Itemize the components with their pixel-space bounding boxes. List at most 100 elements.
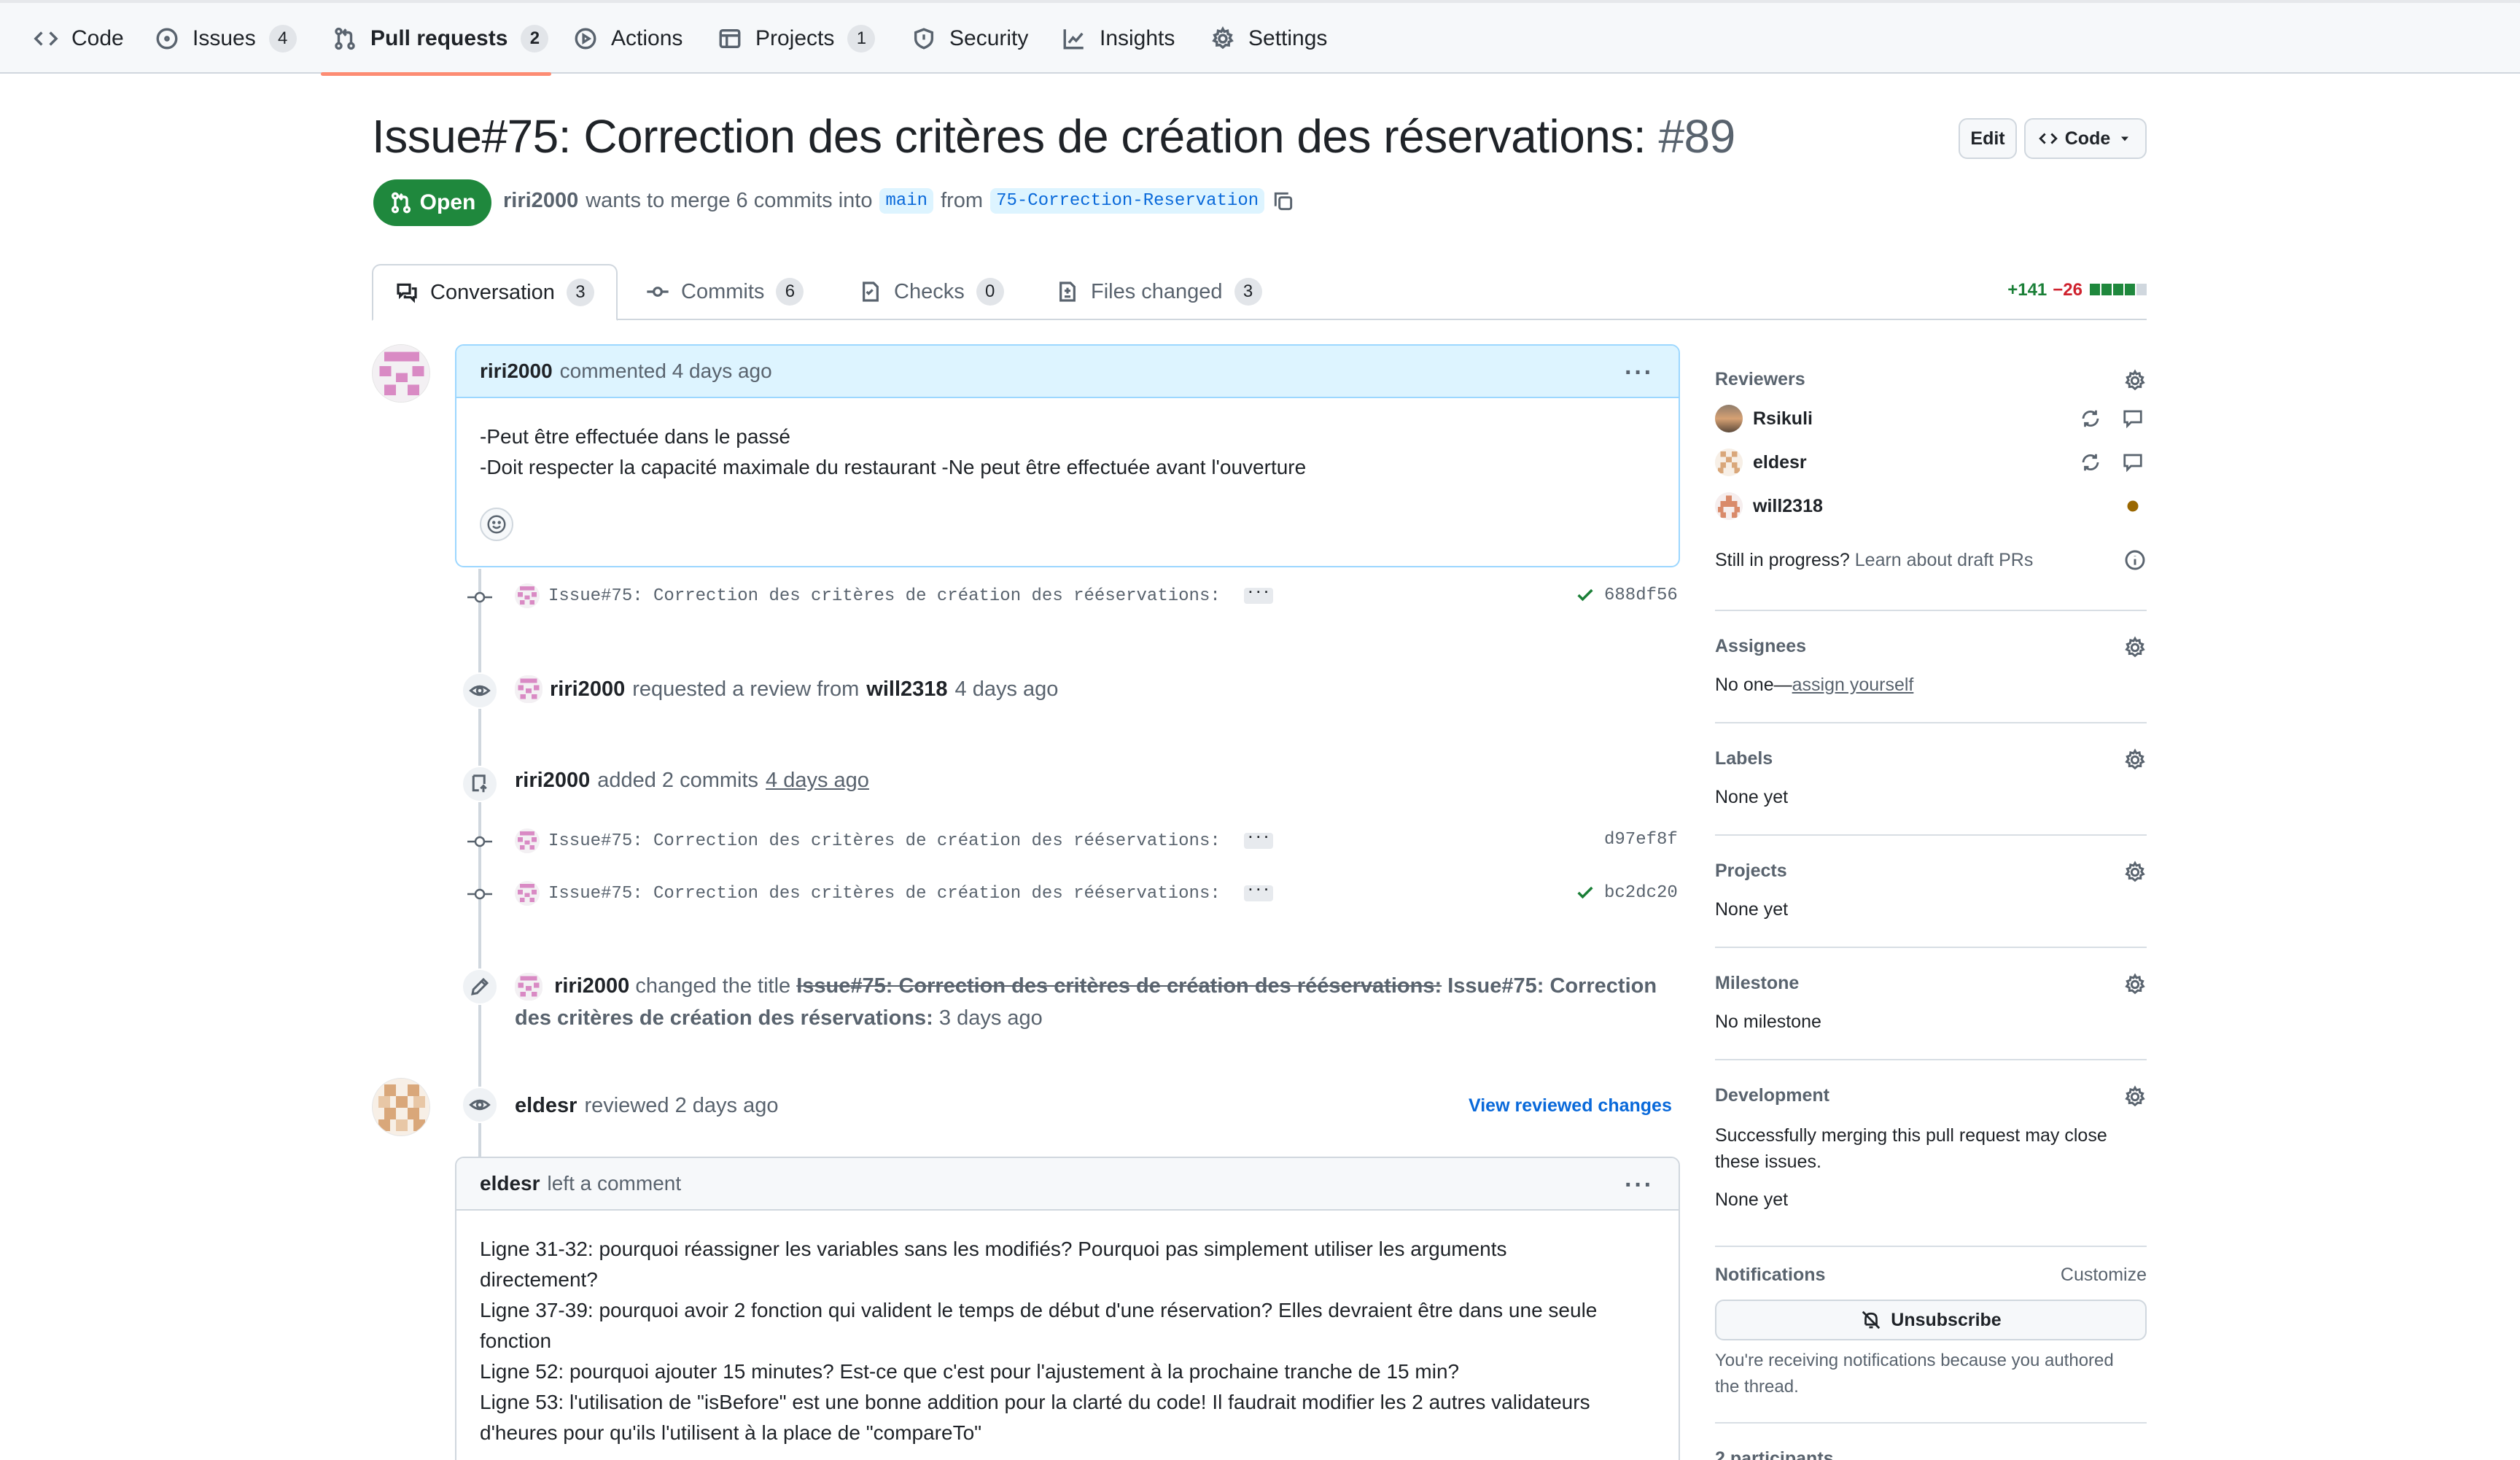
comment-author[interactable]: riri2000 bbox=[480, 360, 553, 383]
pr-author-link[interactable]: riri2000 bbox=[503, 189, 578, 213]
nav-security[interactable]: Security bbox=[911, 3, 1028, 74]
actor-link[interactable]: riri2000 bbox=[550, 677, 625, 702]
assign-yourself-link[interactable]: assign yourself bbox=[1792, 675, 1914, 695]
nav-issues[interactable]: Issues 4 bbox=[155, 3, 297, 74]
gear-icon bbox=[2125, 861, 2145, 882]
draft-pr-hint: Still in progress? Learn about draft PRs bbox=[1715, 550, 2034, 570]
actor-link[interactable]: riri2000 bbox=[515, 769, 590, 793]
kebab-menu-icon[interactable]: ··· bbox=[1625, 359, 1654, 387]
milestone-settings[interactable] bbox=[2123, 973, 2147, 996]
comment-body: -Peut être effectuée dans le passé -Doit… bbox=[480, 425, 1307, 478]
sidebar-development: Development Successfully merging this pu… bbox=[1715, 1085, 2147, 1211]
avatar[interactable] bbox=[372, 344, 430, 403]
check-icon bbox=[1577, 589, 1593, 602]
edit-button[interactable]: Edit bbox=[1959, 118, 2017, 159]
reviewers-settings[interactable] bbox=[2123, 369, 2147, 392]
pull-requests-counter: 2 bbox=[521, 24, 549, 53]
commit-sha[interactable]: d97ef8f bbox=[1604, 830, 1678, 850]
avatar bbox=[1715, 492, 1743, 520]
comment-header: eldesr left a comment bbox=[456, 1158, 1679, 1211]
actor-link[interactable]: eldesr bbox=[515, 1094, 577, 1118]
comment-icon[interactable] bbox=[2122, 451, 2144, 473]
nav-pull-requests[interactable]: Pull requests 2 bbox=[332, 3, 549, 74]
avatar[interactable] bbox=[515, 583, 540, 608]
timestamp-link[interactable]: 4 days ago bbox=[766, 769, 869, 793]
gear-icon bbox=[2125, 636, 2145, 658]
nav-code[interactable]: Code bbox=[34, 3, 124, 74]
expand-commit-button[interactable]: ··· bbox=[1243, 831, 1273, 849]
avatar bbox=[1715, 449, 1743, 476]
commit-sha[interactable]: bc2dc20 bbox=[1575, 882, 1678, 903]
timeline-badge bbox=[462, 672, 498, 709]
reviewer-link[interactable]: will2318 bbox=[866, 677, 947, 702]
file-diff-icon bbox=[1059, 281, 1076, 302]
sidebar-divider bbox=[1715, 1059, 2147, 1060]
nav-actions[interactable]: Actions bbox=[573, 3, 682, 74]
assignees-settings[interactable] bbox=[2123, 636, 2147, 659]
graph-icon bbox=[1063, 28, 1084, 49]
labels-settings[interactable] bbox=[2123, 748, 2147, 772]
table-icon bbox=[719, 28, 741, 48]
diffstat-deletions: −26 bbox=[2053, 280, 2082, 300]
nav-settings[interactable]: Settings bbox=[1210, 3, 1327, 74]
reviewer-row[interactable]: will2318 bbox=[1715, 490, 2147, 522]
commit-sha[interactable]: 688df56 bbox=[1575, 585, 1678, 605]
pr-meta: riri2000 wants to merge 6 commits into m… bbox=[503, 188, 1295, 214]
unsubscribe-button[interactable]: Unsubscribe bbox=[1715, 1300, 2147, 1340]
comment-author[interactable]: eldesr bbox=[480, 1172, 540, 1195]
head-branch[interactable]: 75-Correction-Reservation bbox=[990, 188, 1265, 214]
pending-dot-icon bbox=[2127, 500, 2139, 512]
add-reaction-button[interactable] bbox=[480, 508, 513, 541]
sync-icon[interactable] bbox=[2080, 408, 2101, 430]
projects-counter: 1 bbox=[847, 24, 876, 53]
diffstat[interactable]: +141 −26 bbox=[2007, 280, 2147, 300]
avatar[interactable] bbox=[515, 881, 540, 906]
avatar[interactable] bbox=[372, 1078, 430, 1136]
tab-checks[interactable]: Checks 0 bbox=[859, 264, 1004, 319]
reviewer-row[interactable]: Rsikuli bbox=[1715, 403, 2147, 435]
comment-icon[interactable] bbox=[2122, 408, 2144, 430]
reviewer-row[interactable]: eldesr bbox=[1715, 446, 2147, 478]
commit-message[interactable]: Issue#75: Correction des critères de cré… bbox=[548, 586, 1221, 606]
actor-link[interactable]: riri2000 bbox=[554, 974, 629, 998]
smiley-icon bbox=[487, 515, 506, 534]
commit-message[interactable]: Issue#75: Correction des critères de cré… bbox=[548, 831, 1221, 851]
avatar[interactable] bbox=[515, 675, 542, 703]
learn-draft-prs-link[interactable]: Learn about draft PRs bbox=[1855, 550, 2034, 570]
old-title: Issue#75: Correction des critères de cré… bbox=[796, 974, 1442, 998]
expand-commit-button[interactable]: ··· bbox=[1243, 884, 1273, 901]
issues-counter: 4 bbox=[268, 24, 297, 53]
review-request-event: riri2000 requested a review from will231… bbox=[515, 675, 1058, 703]
review-comment: eldesr left a comment ··· Ligne 31-32: p… bbox=[455, 1157, 1680, 1460]
triangle-down-icon bbox=[2121, 136, 2129, 141]
comment-discussion-icon bbox=[397, 283, 417, 303]
code-dropdown-button[interactable]: Code bbox=[2024, 118, 2147, 159]
expand-commit-button[interactable]: ··· bbox=[1243, 586, 1273, 604]
info-icon[interactable] bbox=[2123, 548, 2147, 572]
sync-icon[interactable] bbox=[2080, 451, 2101, 473]
projects-settings[interactable] bbox=[2123, 861, 2147, 884]
nav-projects[interactable]: Projects 1 bbox=[718, 3, 876, 74]
sidebar-divider bbox=[1715, 1422, 2147, 1424]
commit-message[interactable]: Issue#75: Correction des critères de cré… bbox=[548, 884, 1221, 904]
kebab-menu-icon[interactable]: ··· bbox=[1625, 1171, 1654, 1200]
rename-event: riri2000 changed the title Issue#75: Cor… bbox=[515, 973, 1657, 1030]
tab-files-changed[interactable]: Files changed 3 bbox=[1056, 264, 1262, 319]
selected-tab-underline bbox=[321, 72, 551, 76]
pr-number: #89 bbox=[1658, 110, 1735, 163]
copy-icon[interactable] bbox=[1272, 190, 1295, 213]
development-settings[interactable] bbox=[2123, 1085, 2147, 1108]
gear-icon bbox=[2125, 1085, 2145, 1107]
customize-notifications-link[interactable]: Customize bbox=[2061, 1265, 2147, 1286]
tab-conversation[interactable]: Conversation 3 bbox=[372, 264, 618, 321]
sidebar-divider bbox=[1715, 610, 2147, 611]
tab-commits[interactable]: Commits 6 bbox=[646, 264, 804, 319]
review-event: eldesr reviewed 2 days ago bbox=[515, 1094, 779, 1118]
avatar[interactable] bbox=[515, 828, 540, 853]
base-branch[interactable]: main bbox=[879, 188, 934, 214]
view-reviewed-changes-link[interactable]: View reviewed changes bbox=[1469, 1095, 1672, 1117]
nav-insights[interactable]: Insights bbox=[1062, 3, 1175, 74]
git-commit-icon bbox=[647, 287, 669, 297]
code-icon bbox=[34, 31, 58, 46]
avatar[interactable] bbox=[515, 973, 542, 1001]
